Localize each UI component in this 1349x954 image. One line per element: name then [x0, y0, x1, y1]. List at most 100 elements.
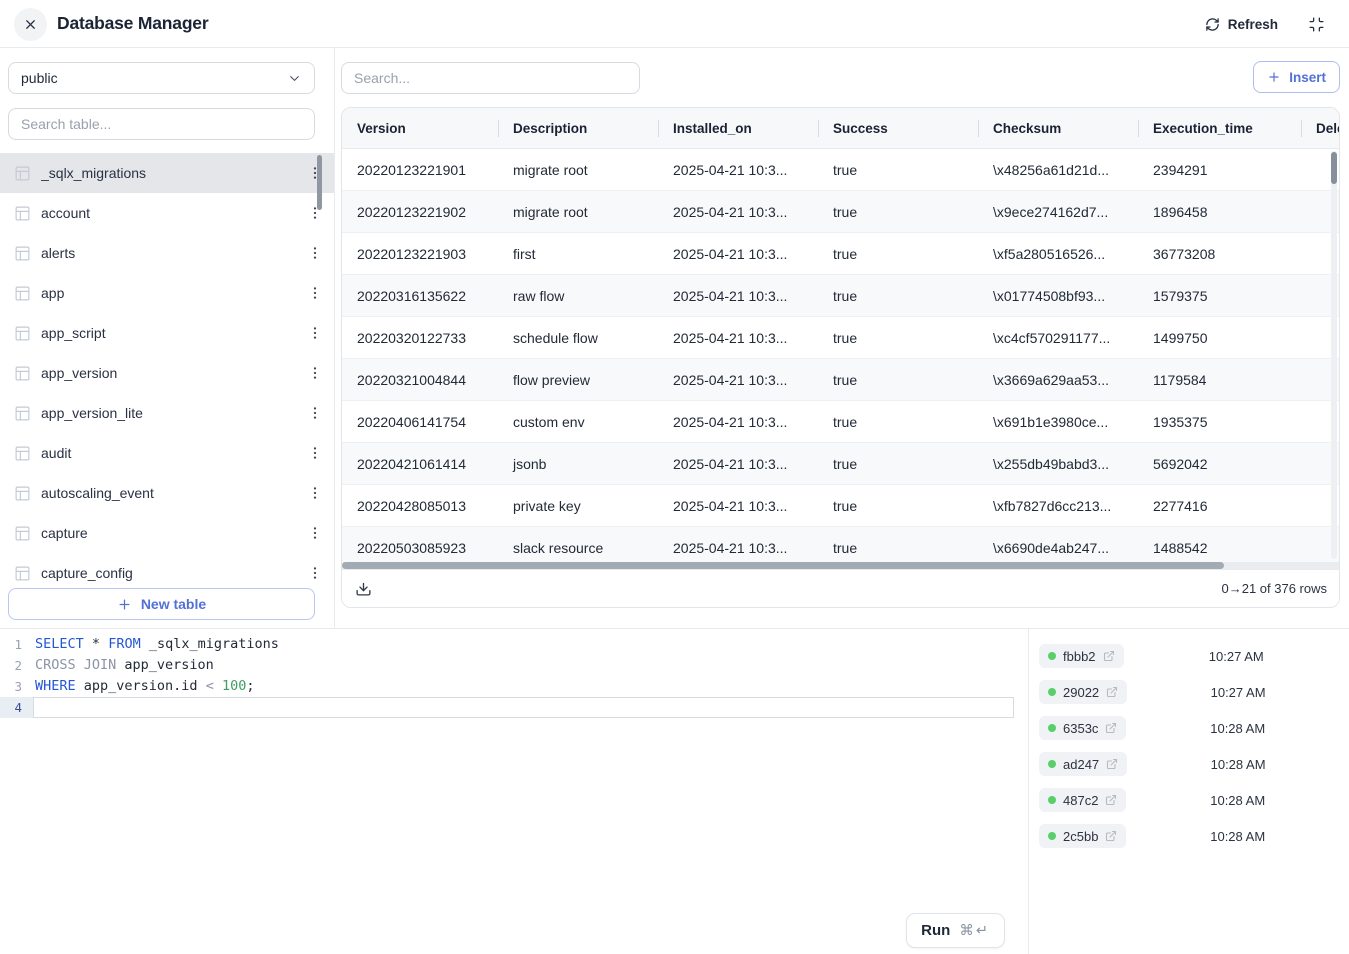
sql-token: app_version.id	[76, 678, 206, 694]
table-options-button[interactable]	[302, 360, 328, 386]
table-horizontal-scrollbar[interactable]	[342, 562, 1339, 569]
table-row[interactable]: 20220123221902migrate root2025-04-21 10:…	[342, 191, 1339, 233]
table-row[interactable]: 20220316135622raw flow2025-04-21 10:3...…	[342, 275, 1339, 317]
table-options-button[interactable]	[302, 160, 328, 186]
table-row[interactable]: 20220123221901migrate root2025-04-21 10:…	[342, 149, 1339, 191]
sidebar-item-autoscaling_event[interactable]: autoscaling_event	[0, 473, 334, 513]
table-vertical-scrollbar-thumb[interactable]	[1331, 152, 1337, 184]
new-table-button[interactable]: New table	[8, 588, 315, 620]
schema-select-value: public	[21, 70, 58, 86]
sidebar-item-app_version_lite[interactable]: app_version_lite	[0, 393, 334, 433]
table-icon	[14, 525, 31, 542]
row-count-label: 0→21 of 376 rows	[1221, 581, 1327, 596]
table-cell: 20220321004844	[342, 359, 498, 400]
open-job-link[interactable]	[1105, 722, 1117, 734]
sidebar-item-_sqlx_migrations[interactable]: _sqlx_migrations	[0, 153, 334, 193]
column-header-version: Version	[342, 108, 498, 148]
sql-token: WHERE	[35, 678, 76, 694]
table-icon	[14, 445, 31, 462]
table-horizontal-scrollbar-thumb[interactable]	[342, 562, 1224, 569]
external-link-icon	[1106, 686, 1118, 698]
sidebar-item-app[interactable]: app	[0, 273, 334, 313]
table-vertical-scrollbar[interactable]	[1331, 151, 1337, 559]
table-options-button[interactable]	[302, 400, 328, 426]
history-job-chip[interactable]: 6353c	[1039, 716, 1126, 740]
job-id: fbbb2	[1063, 649, 1096, 664]
sidebar-item-label: app_version	[41, 365, 302, 381]
table-row[interactable]: 20220320122733schedule flow2025-04-21 10…	[342, 317, 1339, 359]
table-row[interactable]: 20220321004844flow preview2025-04-21 10:…	[342, 359, 1339, 401]
external-link-icon	[1105, 722, 1117, 734]
close-button[interactable]	[14, 8, 47, 41]
table-options-button[interactable]	[302, 240, 328, 266]
job-timestamp: 10:27 AM	[1127, 685, 1349, 700]
sql-token	[100, 636, 108, 652]
insert-button[interactable]: Insert	[1253, 61, 1340, 93]
table-cell: true	[818, 443, 978, 484]
history-job-chip[interactable]: 29022	[1039, 680, 1127, 704]
open-job-link[interactable]	[1103, 650, 1115, 662]
sidebar-item-capture_config[interactable]: capture_config	[0, 553, 334, 589]
table-options-button[interactable]	[302, 520, 328, 546]
history-row: 2c5bb10:28 AM	[1029, 818, 1349, 854]
history-job-chip[interactable]: fbbb2	[1039, 644, 1124, 668]
table-options-button[interactable]	[302, 440, 328, 466]
table-row[interactable]: 20220428085013private key2025-04-21 10:3…	[342, 485, 1339, 527]
table-row[interactable]: 20220421061414jsonb2025-04-21 10:3...tru…	[342, 443, 1339, 485]
table-options-button[interactable]	[302, 200, 328, 226]
table-search-input[interactable]	[8, 108, 315, 140]
table-cell: 20220421061414	[342, 443, 498, 484]
table-icon	[14, 325, 31, 342]
table-cell: 20220406141754	[342, 401, 498, 442]
history-row: fbbb210:27 AM	[1029, 638, 1349, 674]
open-job-link[interactable]	[1106, 686, 1118, 698]
table-icon	[14, 205, 31, 222]
column-header-checksum: Checksum	[978, 108, 1138, 148]
open-job-link[interactable]	[1106, 758, 1118, 770]
line-number: 1	[0, 634, 33, 655]
table-icon-wrap	[14, 365, 31, 382]
table-cell: flow preview	[498, 359, 658, 400]
line-code	[33, 697, 1014, 718]
history-job-chip[interactable]: 487c2	[1039, 788, 1126, 812]
open-job-link[interactable]	[1105, 830, 1117, 842]
sidebar-item-capture[interactable]: capture	[0, 513, 334, 553]
kebab-menu-icon	[307, 245, 323, 261]
table-cell: 2025-04-21 10:3...	[658, 317, 818, 358]
history-job-chip[interactable]: 2c5bb	[1039, 824, 1126, 848]
open-job-link[interactable]	[1105, 794, 1117, 806]
table-cell: \xc4cf570291177...	[978, 317, 1138, 358]
sidebar-item-label: capture_config	[41, 565, 302, 581]
table-row[interactable]: 20220406141754custom env2025-04-21 10:3.…	[342, 401, 1339, 443]
download-button[interactable]	[355, 579, 375, 599]
sidebar-item-app_version[interactable]: app_version	[0, 353, 334, 393]
sql-editor[interactable]: 1SELECT * FROM _sqlx_migrations2CROSS JO…	[0, 629, 1028, 954]
job-timestamp: 10:28 AM	[1126, 721, 1349, 736]
sidebar-item-app_script[interactable]: app_script	[0, 313, 334, 353]
rows-search-input[interactable]	[341, 62, 640, 94]
minimize-button[interactable]	[1308, 15, 1326, 33]
sidebar-item-alerts[interactable]: alerts	[0, 233, 334, 273]
sidebar-item-audit[interactable]: audit	[0, 433, 334, 473]
table-options-button[interactable]	[302, 480, 328, 506]
line-number: 4	[0, 697, 33, 718]
table-row[interactable]: 20220123221903first2025-04-21 10:3...tru…	[342, 233, 1339, 275]
history-job-chip[interactable]: ad247	[1039, 752, 1127, 776]
table-options-button[interactable]	[302, 280, 328, 306]
table-cell: 1499750	[1138, 317, 1301, 358]
table-cell: custom env	[498, 401, 658, 442]
run-shortcut-hint: ⌘↵	[959, 923, 990, 939]
run-button[interactable]: Run ⌘↵	[906, 913, 1005, 948]
table-icon-wrap	[14, 405, 31, 422]
table-options-button[interactable]	[302, 320, 328, 346]
table-options-button[interactable]	[302, 560, 328, 586]
job-id: 2c5bb	[1063, 829, 1098, 844]
sidebar-item-label: audit	[41, 445, 302, 461]
sidebar-scrollbar-thumb[interactable]	[317, 155, 322, 210]
column-header-dele: Dele	[1301, 108, 1339, 148]
table-icon-wrap	[14, 165, 31, 182]
sidebar-item-account[interactable]: account	[0, 193, 334, 233]
schema-select[interactable]: public	[8, 62, 315, 94]
refresh-button[interactable]: Refresh	[1205, 12, 1278, 36]
app-header: Database Manager Refresh	[0, 0, 1349, 48]
